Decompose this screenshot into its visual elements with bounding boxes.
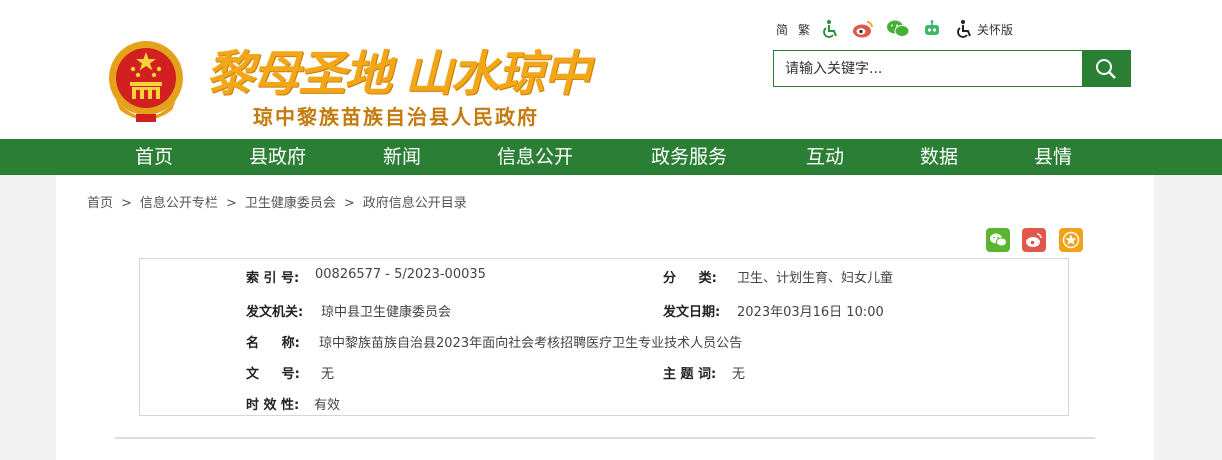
breadcrumb-home[interactable]: 首页 bbox=[87, 196, 113, 211]
nav-interaction[interactable]: 互动 bbox=[806, 139, 844, 175]
nav-data[interactable]: 数据 bbox=[920, 139, 958, 175]
site-header: 黎母圣地 山水琼中 琼中黎族苗族自治县人民政府 简 繁 关怀版 bbox=[0, 0, 1222, 139]
nav-info-disclosure[interactable]: 信息公开 bbox=[497, 139, 573, 175]
docno-value: 无 bbox=[321, 367, 335, 382]
date-label: 发文日期: bbox=[663, 305, 721, 320]
nav-home[interactable]: 首页 bbox=[135, 139, 173, 175]
elder-mode-icon bbox=[957, 20, 971, 38]
weibo-icon bbox=[1026, 233, 1042, 247]
title-value: 琼中黎族苗族自治县2023年面向社会考核招聘医疗卫生专业技术人员公告 bbox=[319, 336, 743, 351]
share-wechat-button[interactable] bbox=[986, 228, 1010, 252]
robot-icon[interactable] bbox=[922, 19, 942, 39]
favorite-button[interactable] bbox=[1059, 228, 1083, 252]
title-label: 名 称: bbox=[246, 336, 300, 351]
category-label: 分 类: bbox=[663, 271, 717, 286]
toolbar: 简 繁 关怀版 bbox=[776, 17, 1013, 41]
accessibility-icon[interactable] bbox=[820, 19, 840, 39]
keywords-label: 主 题 词: bbox=[663, 367, 717, 382]
share-weibo-button[interactable] bbox=[1022, 228, 1046, 252]
date-value: 2023年03月16日 10:00 bbox=[737, 305, 884, 320]
main-content: 首页 > 信息公开专栏 > 卫生健康委员会 > 政府信息公开目录 索 引 号: 008265… bbox=[56, 175, 1154, 460]
breadcrumb-separator: > bbox=[121, 196, 132, 211]
breadcrumb-info-column[interactable]: 信息公开专栏 bbox=[140, 196, 218, 211]
search-icon bbox=[1096, 58, 1116, 79]
search-button[interactable] bbox=[1082, 51, 1130, 86]
issuer-label: 发文机关: bbox=[246, 305, 304, 320]
main-nav: 首页 县政府 新闻 信息公开 政务服务 互动 数据 县情 bbox=[0, 139, 1222, 175]
breadcrumb-separator: > bbox=[225, 196, 237, 211]
elder-mode-label: 关怀版 bbox=[977, 22, 1014, 37]
simplified-chinese-link[interactable]: 简 bbox=[776, 21, 788, 38]
wechat-icon[interactable] bbox=[886, 19, 910, 39]
weibo-icon[interactable] bbox=[852, 19, 874, 39]
keywords-value: 无 bbox=[732, 367, 746, 382]
elder-mode-link[interactable]: 关怀版 bbox=[954, 19, 1013, 39]
category-value: 卫生、计划生育、妇女儿童 bbox=[737, 271, 894, 286]
breadcrumb-catalog[interactable]: 政府信息公开目录 bbox=[363, 196, 467, 211]
index-value: 00826577 - 5/2023-00035 bbox=[315, 267, 486, 282]
site-slogan: 黎母圣地 山水琼中 bbox=[206, 46, 591, 102]
nav-county-gov[interactable]: 县政府 bbox=[249, 139, 306, 175]
validity-label: 时 效 性: bbox=[246, 398, 300, 413]
national-emblem-icon bbox=[109, 41, 183, 122]
divider bbox=[115, 437, 1095, 439]
gov-name: 琼中黎族苗族自治县人民政府 bbox=[253, 105, 539, 129]
breadcrumb: 首页 > 信息公开专栏 > 卫生健康委员会 > 政府信息公开目录 bbox=[87, 192, 467, 211]
docno-label: 文 号: bbox=[246, 367, 300, 382]
traditional-chinese-link[interactable]: 繁 bbox=[798, 21, 810, 38]
star-icon bbox=[1062, 231, 1080, 249]
index-label: 索 引 号: bbox=[246, 271, 300, 286]
nav-news[interactable]: 新闻 bbox=[383, 139, 421, 175]
search-box bbox=[773, 50, 1131, 87]
search-input[interactable] bbox=[774, 51, 1082, 86]
breadcrumb-separator: > bbox=[343, 196, 355, 211]
breadcrumb-health-committee[interactable]: 卫生健康委员会 bbox=[245, 196, 336, 211]
metadata-table: 索 引 号: 00826577 - 5/2023-00035 分 类: 卫生、计… bbox=[139, 258, 1069, 416]
wechat-icon bbox=[990, 233, 1007, 247]
nav-county-info[interactable]: 县情 bbox=[1034, 139, 1072, 175]
issuer-value: 琼中县卫生健康委员会 bbox=[321, 305, 452, 320]
validity-value: 有效 bbox=[314, 398, 341, 413]
nav-gov-services[interactable]: 政务服务 bbox=[651, 139, 727, 175]
